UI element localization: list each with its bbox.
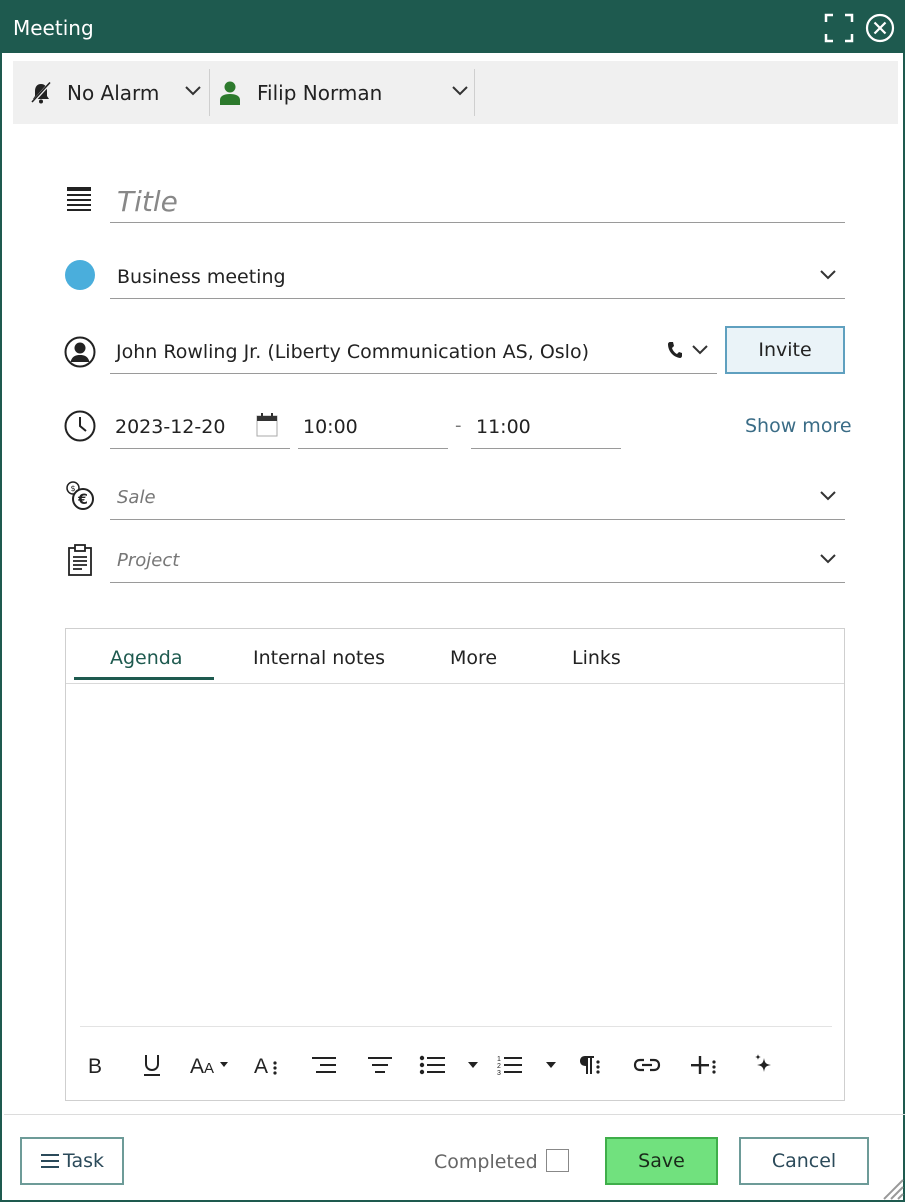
svg-text:3: 3: [497, 1070, 501, 1076]
sale-dropdown[interactable]: Sale: [110, 476, 845, 520]
chevron-down-icon[interactable]: [690, 340, 710, 364]
font-style-icon[interactable]: A: [249, 1049, 285, 1081]
calendar-icon[interactable]: [256, 413, 278, 441]
time-separator: -: [455, 415, 462, 436]
svg-text:1: 1: [497, 1056, 501, 1063]
chevron-down-icon: [450, 81, 470, 105]
chevron-down-icon: [818, 486, 838, 510]
close-icon[interactable]: [864, 12, 896, 44]
chevron-down-icon: [183, 81, 203, 105]
type-color-dot: [64, 259, 96, 291]
agenda-text-area[interactable]: [80, 689, 830, 1025]
invite-button[interactable]: Invite: [725, 326, 845, 374]
svg-text:A: A: [204, 1060, 214, 1077]
maximize-icon[interactable]: [823, 12, 855, 44]
svg-text:A: A: [254, 1055, 268, 1077]
user-icon: [219, 81, 241, 105]
bold-icon[interactable]: B: [77, 1049, 113, 1081]
tab-agenda[interactable]: Agenda: [110, 647, 183, 669]
end-time-field[interactable]: 11:00: [471, 405, 621, 449]
paragraph-icon[interactable]: [572, 1049, 608, 1081]
notes-editor: Agenda Internal notes More Links B A A A…: [65, 628, 845, 1101]
underline-icon[interactable]: [134, 1049, 170, 1081]
numbered-list-icon[interactable]: 1 2 3: [496, 1049, 558, 1081]
align-right-icon[interactable]: [306, 1049, 342, 1081]
alarm-dropdown[interactable]: No Alarm: [29, 61, 207, 124]
format-toolbar-divider: [80, 1026, 832, 1027]
footer-divider: [4, 1114, 905, 1115]
title-lines-icon: [66, 186, 92, 212]
svg-text:€: €: [77, 492, 88, 508]
align-center-icon[interactable]: [362, 1049, 398, 1081]
svg-text:$: $: [70, 484, 75, 493]
toolbar-divider: [209, 69, 210, 116]
insert-icon[interactable]: [686, 1049, 722, 1081]
chevron-down-icon: [818, 549, 838, 573]
dialog-title: Meeting: [13, 16, 94, 40]
date-field[interactable]: 2023-12-20: [110, 405, 290, 449]
clipboard-icon: [66, 544, 94, 576]
bell-off-icon: [29, 81, 53, 105]
end-time-value: 11:00: [476, 415, 531, 438]
alarm-label: No Alarm: [67, 80, 160, 105]
clock-icon: [64, 410, 96, 442]
contact-icon: [64, 336, 96, 368]
svg-text:B: B: [88, 1055, 102, 1076]
bullet-list-icon[interactable]: [418, 1049, 480, 1081]
active-tab-indicator: [74, 677, 214, 680]
svg-text:A: A: [190, 1055, 204, 1077]
task-label: Task: [62, 1150, 104, 1172]
task-button[interactable]: Task: [20, 1137, 124, 1185]
toolbar-divider: [474, 69, 475, 116]
editor-tabs: Agenda Internal notes More Links: [66, 629, 844, 684]
completed-label: Completed: [434, 1151, 538, 1173]
font-size-icon[interactable]: A A: [190, 1049, 234, 1081]
start-time-value: 10:00: [303, 415, 358, 438]
resize-handle-icon[interactable]: [878, 1176, 904, 1200]
owner-dropdown[interactable]: Filip Norman: [219, 61, 469, 124]
cancel-button[interactable]: Cancel: [739, 1137, 869, 1185]
tab-links[interactable]: Links: [572, 647, 621, 669]
meeting-type-dropdown[interactable]: Business meeting: [110, 256, 845, 299]
contact-value: John Rowling Jr. (Liberty Communication …: [116, 341, 589, 363]
title-input[interactable]: [110, 180, 845, 223]
phone-icon[interactable]: [667, 341, 683, 363]
tab-more[interactable]: More: [450, 647, 497, 669]
svg-text:2: 2: [497, 1063, 501, 1070]
tab-internal-notes[interactable]: Internal notes: [253, 647, 385, 669]
menu-icon: [40, 1152, 60, 1170]
contact-field[interactable]: John Rowling Jr. (Liberty Communication …: [110, 331, 717, 374]
date-value: 2023-12-20: [115, 415, 226, 438]
save-button[interactable]: Save: [605, 1137, 718, 1185]
ai-sparkle-icon[interactable]: [746, 1049, 782, 1081]
sale-money-icon: $ €: [64, 480, 96, 512]
show-more-link[interactable]: Show more: [745, 415, 852, 437]
start-time-field[interactable]: 10:00: [298, 405, 448, 449]
top-toolbar: No Alarm Filip Norman: [13, 61, 898, 124]
sale-placeholder: Sale: [117, 487, 156, 508]
title-bar: Meeting: [2, 0, 905, 53]
link-icon[interactable]: [629, 1049, 665, 1081]
meeting-dialog: Meeting No Alarm Filip Norman Title Busi…: [0, 0, 905, 1202]
meeting-type-value: Business meeting: [117, 266, 286, 288]
owner-label: Filip Norman: [257, 80, 383, 105]
completed-checkbox[interactable]: [546, 1149, 569, 1172]
chevron-down-icon: [818, 265, 838, 289]
project-dropdown[interactable]: Project: [110, 539, 845, 583]
project-placeholder: Project: [117, 550, 180, 571]
